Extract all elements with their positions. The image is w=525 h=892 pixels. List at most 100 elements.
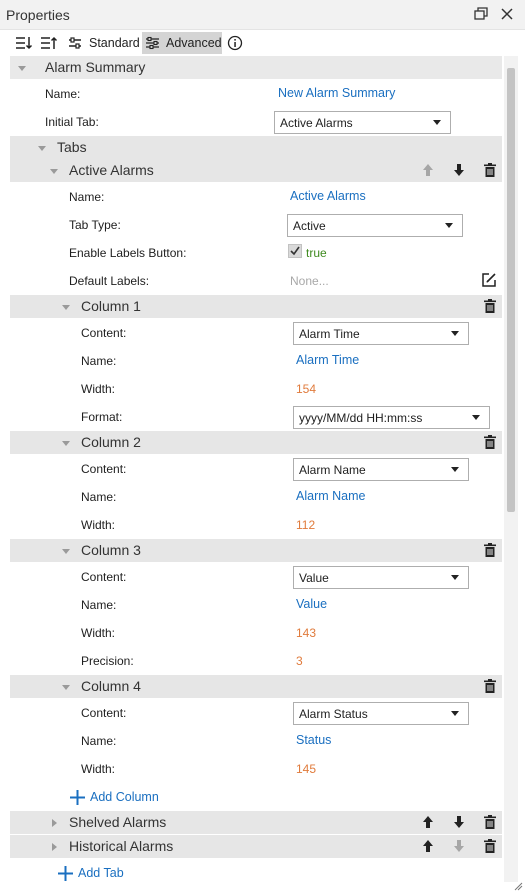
section-active-alarms[interactable]: Active Alarms	[10, 159, 502, 182]
add-column-button[interactable]: Add Column	[90, 790, 159, 804]
sort-ascending-button[interactable]	[15, 32, 35, 54]
column-precision-value[interactable]: 3	[296, 654, 303, 668]
standard-button[interactable]: Standard	[66, 32, 140, 54]
tab-type-dropdown[interactable]: Active	[287, 214, 463, 237]
column-width-value[interactable]: 143	[296, 626, 316, 640]
column-width-value[interactable]: 145	[296, 762, 316, 776]
chevron-down-icon[interactable]	[38, 146, 46, 151]
close-icon[interactable]	[499, 6, 515, 25]
trash-icon[interactable]	[482, 838, 498, 854]
column-width-value[interactable]: 112	[296, 518, 315, 532]
trash-icon[interactable]	[482, 542, 498, 558]
chevron-down-icon	[445, 223, 453, 228]
section-column-1[interactable]: Column 1	[10, 295, 502, 318]
content-dropdown[interactable]: Alarm Name	[293, 458, 469, 481]
content-dropdown[interactable]: Alarm Status	[293, 702, 469, 725]
section-label: Column 2	[81, 434, 141, 450]
section-column-2[interactable]: Column 2	[10, 431, 502, 454]
section-label: Active Alarms	[69, 162, 154, 178]
property-label: Tab Type:	[69, 218, 121, 232]
property-row-precision: Precision: 3	[10, 647, 502, 675]
chevron-down-icon	[451, 575, 459, 580]
property-row-initial-tab: Initial Tab: Active Alarms	[10, 108, 502, 136]
dropdown-value: Alarm Time	[299, 327, 360, 341]
sort-descending-button[interactable]	[40, 32, 60, 54]
property-row-content: Content: Alarm Time	[10, 319, 502, 347]
trash-icon[interactable]	[482, 162, 498, 178]
arrow-down-icon[interactable]	[451, 814, 467, 830]
enable-labels-checkbox[interactable]	[288, 244, 302, 258]
sliders-icon	[69, 37, 81, 49]
section-label: Column 4	[81, 678, 141, 694]
section-column-4[interactable]: Column 4	[10, 675, 502, 698]
plus-icon[interactable]	[57, 865, 74, 885]
property-label: Content:	[81, 706, 127, 720]
chevron-down-icon[interactable]	[50, 169, 58, 174]
maximize-icon[interactable]	[473, 6, 489, 25]
content-dropdown[interactable]: Value	[293, 566, 469, 589]
chevron-down-icon[interactable]	[18, 66, 26, 71]
trash-icon[interactable]	[482, 434, 498, 450]
initial-tab-dropdown[interactable]: Active Alarms	[274, 111, 451, 134]
section-label: Column 3	[81, 542, 141, 558]
chevron-down-icon[interactable]	[62, 685, 70, 690]
section-label: Historical Alarms	[69, 838, 174, 854]
chevron-down-icon	[451, 467, 459, 472]
trash-icon[interactable]	[482, 814, 498, 830]
arrow-up-icon[interactable]	[420, 162, 436, 178]
section-label: Tabs	[57, 139, 87, 155]
property-label: Default Labels:	[69, 274, 150, 288]
plus-icon[interactable]	[69, 789, 86, 809]
chevron-right-icon[interactable]	[52, 843, 57, 851]
scrollbar-thumb[interactable]	[507, 68, 515, 512]
tab-name-value[interactable]: Active Alarms	[290, 189, 366, 203]
chevron-right-icon[interactable]	[52, 819, 57, 827]
format-dropdown[interactable]: yyyy/MM/dd HH:mm:ss	[293, 406, 490, 429]
column-name-value[interactable]: Alarm Time	[296, 353, 359, 367]
section-shelved-alarms[interactable]: Shelved Alarms	[10, 811, 502, 834]
arrow-up-icon[interactable]	[420, 814, 436, 830]
property-row-name: Name: Alarm Time	[10, 347, 502, 375]
section-alarm-summary[interactable]: Alarm Summary	[10, 56, 502, 79]
section-tabs[interactable]: Tabs	[10, 136, 502, 159]
resize-grip-icon[interactable]	[513, 880, 523, 892]
sort-ascending-icon	[16, 37, 33, 50]
add-tab-button[interactable]: Add Tab	[78, 866, 124, 880]
info-button[interactable]	[227, 32, 245, 54]
trash-icon[interactable]	[482, 298, 498, 314]
section-column-3[interactable]: Column 3	[10, 539, 502, 562]
advanced-button[interactable]: Advanced	[142, 32, 222, 54]
section-historical-alarms[interactable]: Historical Alarms	[10, 835, 502, 858]
property-label: Name:	[81, 734, 117, 748]
checkmark-icon	[290, 246, 300, 256]
add-tab-row: Add Tab	[10, 859, 502, 887]
property-row-format: Format: yyyy/MM/dd HH:mm:ss	[10, 403, 502, 431]
summary-name-value[interactable]: New Alarm Summary	[278, 86, 395, 100]
property-row-name: Name: Value	[10, 591, 502, 619]
properties-titlebar: Properties	[0, 0, 525, 30]
property-label: Name:	[81, 354, 117, 368]
chevron-down-icon[interactable]	[62, 305, 70, 310]
column-name-value[interactable]: Value	[296, 597, 327, 611]
chevron-down-icon[interactable]	[62, 549, 70, 554]
dropdown-value: Active Alarms	[280, 116, 353, 130]
trash-icon[interactable]	[482, 678, 498, 694]
property-label: Name:	[81, 490, 117, 504]
arrow-down-icon[interactable]	[451, 162, 467, 178]
enable-labels-value: true	[306, 246, 327, 260]
property-row-width: Width: 154	[10, 375, 502, 403]
property-label: Format:	[81, 410, 123, 424]
property-label: Width:	[81, 518, 116, 532]
column-name-value[interactable]: Alarm Name	[296, 489, 365, 503]
column-name-value[interactable]: Status	[296, 733, 331, 747]
property-row-width: Width: 145	[10, 755, 502, 783]
default-labels-value[interactable]: None...	[290, 274, 329, 288]
content-dropdown[interactable]: Alarm Time	[293, 322, 469, 345]
column-width-value[interactable]: 154	[296, 382, 316, 396]
arrow-up-icon[interactable]	[420, 838, 436, 854]
chevron-down-icon[interactable]	[62, 441, 70, 446]
edit-icon[interactable]	[481, 272, 497, 288]
property-row-name: Name: Alarm Name	[10, 483, 502, 511]
vertical-scrollbar[interactable]	[504, 56, 518, 882]
arrow-down-icon[interactable]	[451, 838, 467, 854]
